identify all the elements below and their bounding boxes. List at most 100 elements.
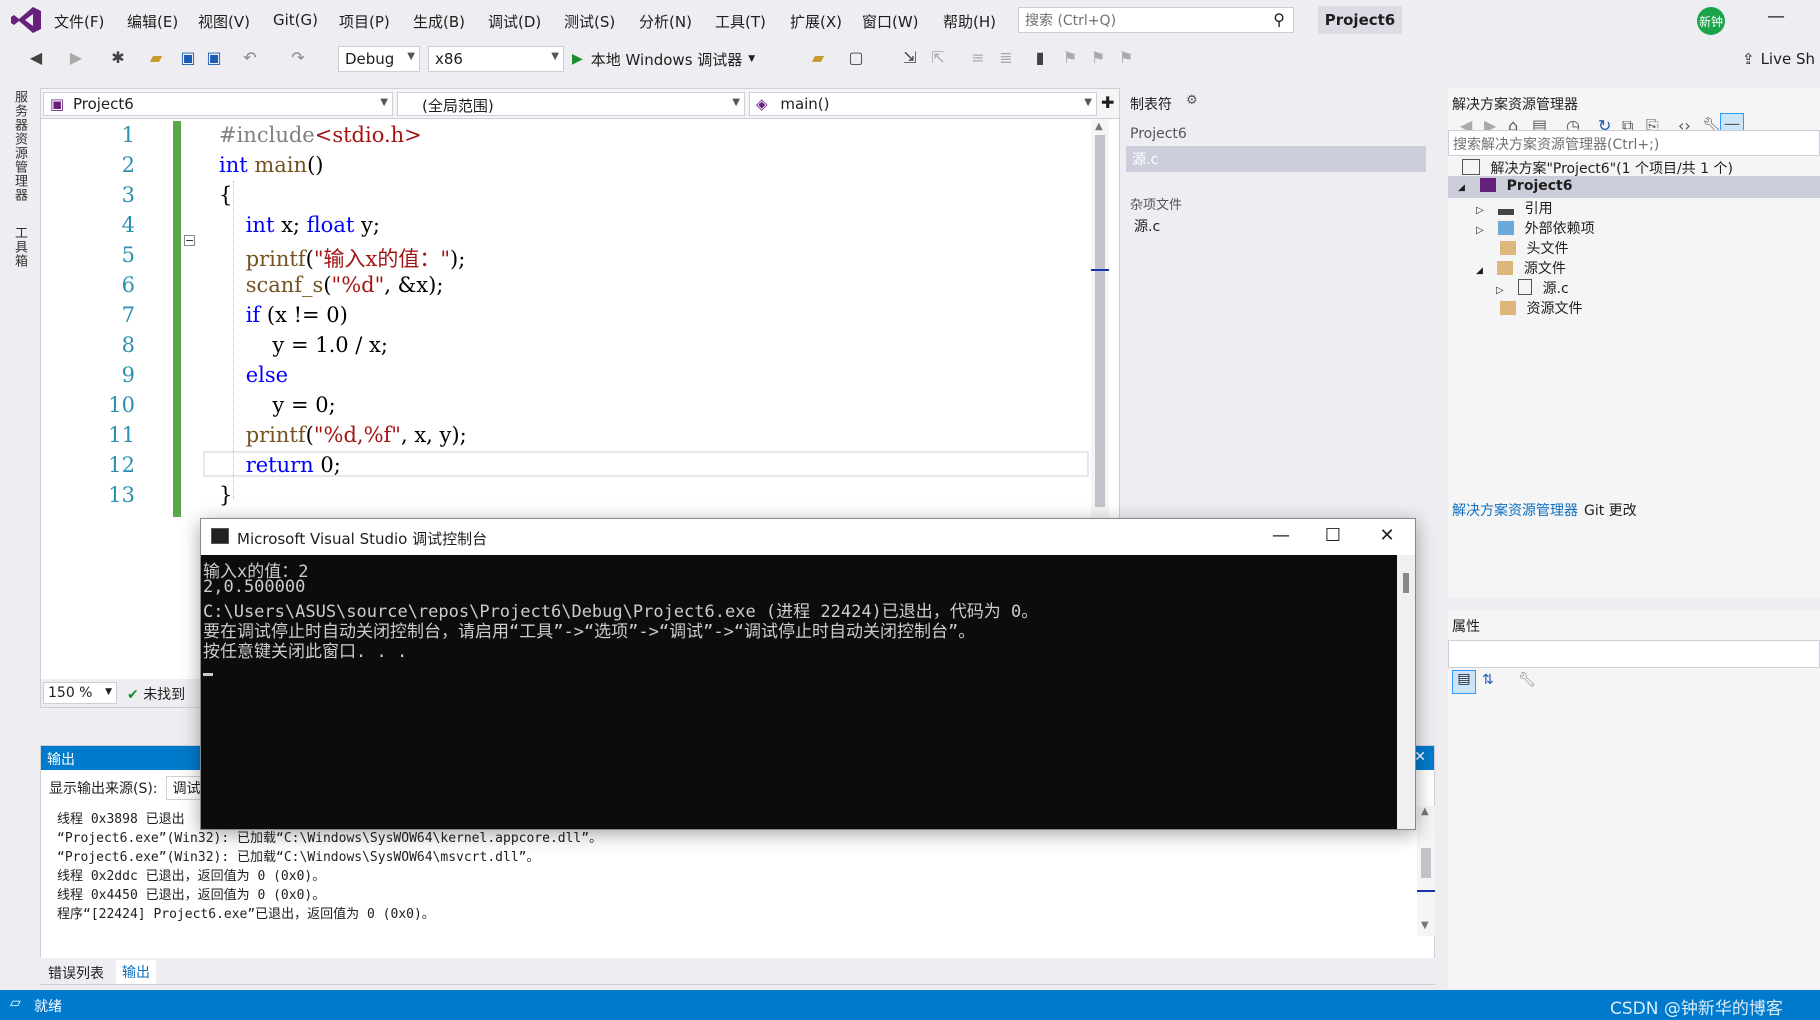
console-scrollbar[interactable] [1397, 555, 1415, 829]
code-line[interactable]: y = 1.0 / x; [219, 333, 388, 357]
menu-item[interactable]: 窗口(W) [862, 11, 919, 32]
code-line[interactable]: printf("%d,%f", x, y); [219, 423, 467, 447]
categorized-icon[interactable]: ▤ [1452, 670, 1476, 694]
scrollbar-thumb[interactable] [1403, 573, 1409, 593]
code-line[interactable]: int main() [219, 153, 323, 177]
scroll-up-icon[interactable]: ▲ [1421, 806, 1429, 817]
menu-item[interactable]: Git(G) [273, 11, 318, 29]
tab-git-changes[interactable]: Git 更改 [1584, 500, 1637, 520]
tree-item-source-files[interactable]: ◢ 源文件 [1476, 258, 1566, 278]
code-line[interactable]: scanf_s("%d", &x); [219, 273, 444, 297]
scope-select[interactable]: (全局范围) ▼ [397, 92, 745, 116]
menu-item[interactable]: 测试(S) [564, 11, 615, 32]
save-icon[interactable]: ▣ [178, 48, 198, 68]
search-input[interactable] [1023, 9, 1257, 33]
code-line[interactable]: int x; float y; [219, 213, 380, 237]
issues-indicator[interactable]: ✔ 未找到 [127, 684, 185, 704]
bookmark-icon[interactable]: ▮ [1030, 48, 1050, 68]
browse-icon[interactable]: ▰ [808, 48, 828, 68]
solution-node[interactable]: 解决方案"Project6"(1 个项目/共 1 个) [1462, 158, 1733, 178]
minimize-icon[interactable]: — [1261, 525, 1301, 549]
save-all-icon[interactable]: ▣ [204, 48, 224, 68]
menu-item[interactable]: 生成(B) [413, 11, 465, 32]
project-navigation-select[interactable]: ▣ Project6 ▼ [43, 92, 393, 116]
chevron-down-icon[interactable]: ▼ [748, 54, 755, 64]
scrollbar-thumb[interactable] [1421, 848, 1431, 878]
undo-icon[interactable]: ↶ [240, 48, 260, 68]
code-line[interactable]: return 0; [219, 453, 341, 477]
tree-item-source-c[interactable]: ▷ 源.c [1496, 278, 1569, 298]
debug-console-window[interactable]: Microsoft Visual Studio 调试控制台 — ☐ ✕ 输入x的… [200, 518, 1416, 830]
tab-stops-selected-file[interactable]: 源.c [1126, 146, 1426, 172]
menu-item[interactable]: 项目(P) [339, 11, 390, 32]
menu-item[interactable]: 扩展(X) [790, 11, 842, 32]
function-select[interactable]: ◈ main() ▼ [749, 92, 1097, 116]
menu-item[interactable]: 编辑(E) [127, 11, 178, 32]
menu-item[interactable]: 调试(D) [488, 11, 541, 32]
tree-item-resource-files[interactable]: 资源文件 [1500, 298, 1582, 318]
tab-error-list[interactable]: 错误列表 [48, 963, 104, 983]
uncomment-icon[interactable]: ≣ [996, 48, 1016, 68]
code-line[interactable]: if (x != 0) [219, 303, 348, 327]
search-box[interactable]: ⚲ [1018, 7, 1294, 33]
project-node[interactable]: ◢ Project6 [1458, 178, 1572, 194]
configuration-select[interactable]: Debug ▼ [338, 46, 420, 72]
misc-file-item[interactable]: 源.c [1134, 216, 1160, 236]
step-over-icon[interactable]: ⇱ [928, 48, 948, 68]
output-scrollbar[interactable]: ▲ ▼ [1417, 806, 1435, 936]
forward-icon[interactable]: ▶ [66, 48, 86, 68]
menu-item[interactable]: 工具(T) [715, 11, 766, 32]
maximize-icon[interactable]: ☐ [1313, 525, 1353, 549]
step-icon[interactable]: ⇲ [900, 48, 920, 68]
tab-output[interactable]: 输出 [116, 960, 156, 984]
tab-solution-explorer[interactable]: 解决方案资源管理器 [1452, 500, 1578, 520]
code-line[interactable]: { [219, 183, 232, 207]
menu-item[interactable]: 视图(V) [198, 11, 250, 32]
scroll-down-icon[interactable]: ▼ [1421, 920, 1429, 931]
platform-select[interactable]: x86 ▼ [428, 46, 564, 72]
live-share-button[interactable]: ⇪ Live Sh [1742, 50, 1815, 68]
window-icon[interactable]: ▢ [846, 48, 866, 68]
start-debugging-button[interactable]: ▶ 本地 Windows 调试器 ▼ [572, 48, 755, 70]
sort-alpha-icon[interactable]: ⇅ [1482, 672, 1494, 688]
user-avatar[interactable]: 新钟 [1697, 7, 1725, 35]
open-folder-icon[interactable]: ▰ [146, 48, 166, 68]
comment-icon[interactable]: ≡ [968, 48, 988, 68]
console-title-bar[interactable]: Microsoft Visual Studio 调试控制台 — ☐ ✕ [201, 519, 1415, 555]
console-output[interactable]: 输入x的值：2 2,0.500000 C:\Users\ASUS\source\re… [201, 555, 1397, 829]
solution-search-input[interactable]: 搜索解决方案资源管理器(Ctrl+;) [1448, 130, 1820, 156]
scroll-up-icon[interactable]: ▲ [1095, 121, 1103, 132]
property-pages-icon[interactable]: 🔧︎ [1518, 672, 1536, 688]
redo-icon[interactable]: ↷ [288, 48, 308, 68]
code-line[interactable]: printf("输入x的值："); [219, 243, 466, 273]
clear-bookmarks-icon[interactable]: ⚑ [1116, 48, 1136, 68]
scrollbar-thumb[interactable] [1095, 135, 1105, 507]
server-explorer-tab[interactable]: 服务器资源管理器 [10, 90, 29, 202]
search-icon[interactable]: ⚲ [1273, 10, 1285, 29]
menu-item[interactable]: 分析(N) [639, 11, 692, 32]
code-line[interactable]: y = 0; [219, 393, 335, 417]
toolbox-tab[interactable]: 工具箱 [10, 226, 29, 268]
properties-object-select[interactable] [1448, 640, 1820, 668]
gear-icon[interactable]: ⚙ [1186, 93, 1198, 108]
tab-stops-project[interactable]: Project6 [1130, 126, 1187, 142]
code-line[interactable]: else [219, 363, 288, 387]
code-line[interactable]: #include<stdio.h> [219, 123, 422, 147]
prev-bookmark-icon[interactable]: ⚑ [1060, 48, 1080, 68]
close-icon[interactable]: ✕ [1414, 749, 1426, 765]
tree-item-references[interactable]: ▷ 引用 [1476, 198, 1553, 218]
tree-item-external-deps[interactable]: ▷ 外部依赖项 [1476, 218, 1595, 238]
next-bookmark-icon[interactable]: ⚑ [1088, 48, 1108, 68]
back-icon[interactable]: ◀ [26, 48, 46, 68]
minimize-button[interactable]: — [1758, 6, 1794, 34]
zoom-select[interactable]: 150 % ▼ [43, 682, 117, 704]
tree-item-header-files[interactable]: 头文件 [1500, 238, 1568, 258]
menu-item[interactable]: 帮助(H) [943, 11, 996, 32]
line-number: 1 [121, 123, 135, 147]
menu-item[interactable]: 文件(F) [54, 11, 104, 32]
new-project-icon[interactable]: ✱ [108, 48, 128, 68]
code-line[interactable]: } [219, 483, 232, 507]
collapse-icon[interactable]: − [184, 235, 195, 246]
split-icon[interactable]: ✚ [1101, 93, 1114, 112]
close-icon[interactable]: ✕ [1367, 525, 1407, 549]
